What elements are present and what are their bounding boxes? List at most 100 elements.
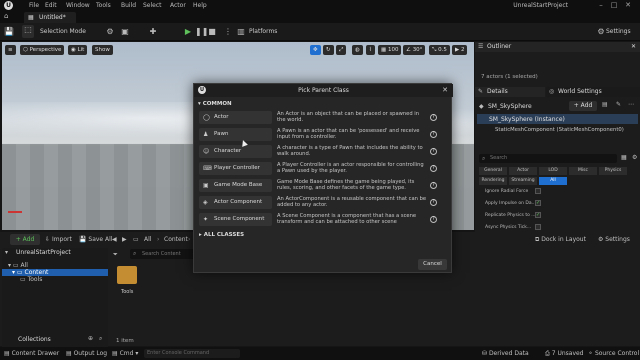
help-icon[interactable]: ? bbox=[430, 131, 437, 138]
tab-level[interactable]: ▦ Untitled* bbox=[24, 12, 76, 23]
tab-world-settings[interactable]: ◎ World Settings bbox=[546, 87, 640, 97]
menu-build[interactable]: Build bbox=[121, 2, 136, 9]
platforms-icon[interactable]: ▥ bbox=[236, 27, 246, 37]
source-control-button[interactable]: ⚬ Source Control bbox=[588, 350, 639, 357]
cb-add-button[interactable]: + Add bbox=[10, 234, 40, 245]
show-button[interactable]: Show bbox=[92, 45, 113, 55]
class-player-controller-button[interactable]: ⌨ Player Controller bbox=[199, 162, 272, 175]
perspective-button[interactable]: ⬡ Perspective bbox=[20, 45, 65, 55]
grid-snap-button[interactable]: ▦ 100 bbox=[378, 45, 402, 55]
angle-snap-button[interactable]: ∠ 30° bbox=[403, 45, 426, 55]
surface-snap-icon[interactable]: ⌇ bbox=[366, 45, 375, 55]
close-icon[interactable]: ✕ bbox=[623, 1, 633, 10]
outliner-close-icon[interactable]: ✕ bbox=[631, 42, 636, 52]
project-tree-title[interactable]: UnrealStartProject bbox=[16, 249, 71, 256]
pause-icon[interactable]: ❚❚ bbox=[195, 27, 208, 37]
filter-streaming[interactable]: Streaming bbox=[509, 177, 537, 185]
select-mode-icon[interactable]: ⬚ bbox=[22, 25, 34, 38]
details-settings-icon[interactable]: ⚙ bbox=[632, 154, 637, 161]
dialog-title-bar[interactable]: U Pick Parent Class ✕ bbox=[194, 84, 453, 97]
collections-header[interactable]: Collections bbox=[18, 336, 51, 343]
more-options-icon[interactable]: ⋮ bbox=[223, 27, 233, 37]
forward-icon[interactable]: ▶ bbox=[122, 236, 127, 243]
help-icon[interactable]: ? bbox=[430, 199, 437, 206]
help-icon[interactable]: ? bbox=[430, 216, 437, 223]
filter-physics[interactable]: Physics bbox=[599, 167, 627, 175]
common-section-header[interactable]: ▾ COMMON bbox=[198, 101, 232, 107]
tree-item-content[interactable]: ▾ ▭ Content bbox=[2, 269, 108, 276]
lit-button[interactable]: ◉ Lit bbox=[68, 45, 88, 55]
home-icon[interactable]: ⌂ bbox=[4, 12, 16, 22]
cinematics-icon[interactable]: ▣ bbox=[120, 27, 130, 37]
menu-edit[interactable]: Edit bbox=[45, 2, 57, 9]
filter-icon[interactable]: ⏷ bbox=[113, 251, 118, 259]
unsaved-button[interactable]: ⎙ 7 Unsaved bbox=[545, 350, 584, 358]
menu-help[interactable]: Help bbox=[193, 2, 207, 9]
dock-in-layout-button[interactable]: ⧉ Dock in Layout bbox=[535, 236, 586, 244]
class-game-mode-base-button[interactable]: ▣ Game Mode Base bbox=[199, 179, 272, 192]
menu-tools[interactable]: Tools bbox=[96, 2, 111, 9]
filter-misc[interactable]: Misc bbox=[569, 167, 597, 175]
tab-details[interactable]: ✎ Details bbox=[475, 87, 545, 97]
help-icon[interactable]: ? bbox=[430, 182, 437, 189]
menu-file[interactable]: File bbox=[29, 2, 39, 9]
save-icon[interactable]: 💾 bbox=[4, 27, 14, 37]
minimize-icon[interactable]: – bbox=[596, 1, 606, 10]
blueprint-icon[interactable]: ⚙ bbox=[105, 27, 115, 37]
class-actor-button[interactable]: ◯ Actor bbox=[199, 111, 272, 124]
derived-data-button[interactable]: ⛁ Derived Data bbox=[482, 350, 529, 357]
class-actor-component-button[interactable]: ◈ Actor Component bbox=[199, 196, 272, 209]
scale-snap-button[interactable]: ⤡ 0.5 bbox=[429, 45, 450, 55]
property-matrix-icon[interactable]: ▦ bbox=[621, 154, 627, 161]
platforms-button[interactable]: Platforms bbox=[249, 28, 277, 35]
menu-window[interactable]: Window bbox=[66, 2, 90, 9]
filter-rendering[interactable]: Rendering bbox=[479, 177, 507, 185]
blueprint-icon[interactable]: ▤ bbox=[602, 101, 608, 108]
component-label[interactable]: StaticMeshComponent (StaticMeshComponent… bbox=[495, 127, 624, 133]
output-log-button[interactable]: ▤ Output Log bbox=[66, 350, 107, 357]
selection-mode-button[interactable]: Selection Mode bbox=[40, 28, 86, 35]
camera-speed-button[interactable]: ▶ 2 bbox=[452, 45, 468, 55]
menu-select[interactable]: Select bbox=[143, 2, 162, 9]
translate-tool-icon[interactable]: ✥ bbox=[310, 45, 321, 55]
console-input[interactable]: Enter Console Command bbox=[144, 349, 240, 358]
search-collection-icon[interactable]: ⌕ bbox=[99, 335, 102, 343]
class-pawn-button[interactable]: ♟ Pawn bbox=[199, 128, 272, 141]
tree-item-all[interactable]: ▾ ▭ All bbox=[8, 262, 28, 269]
breadcrumb-content[interactable]: Content bbox=[164, 236, 188, 243]
outliner-header[interactable]: ☰ Outliner ✕ bbox=[475, 42, 640, 52]
prop-checkbox[interactable] bbox=[535, 188, 541, 194]
rotate-tool-icon[interactable]: ↻ bbox=[323, 45, 334, 55]
filter-actor[interactable]: Actor bbox=[509, 167, 537, 175]
class-scene-component-button[interactable]: ✦ Scene Component bbox=[199, 213, 272, 226]
all-classes-section-header[interactable]: ▸ ALL CLASSES bbox=[199, 232, 244, 238]
add-component-button[interactable]: + Add bbox=[569, 101, 597, 111]
play-icon[interactable]: ▶ bbox=[183, 27, 193, 37]
maximize-icon[interactable]: □ bbox=[609, 1, 619, 10]
viewport-options-button[interactable]: ≡ bbox=[5, 45, 16, 55]
world-local-icon[interactable]: ◍ bbox=[352, 45, 363, 55]
menu-actor[interactable]: Actor bbox=[170, 2, 186, 9]
back-icon[interactable]: ◀ bbox=[112, 236, 117, 243]
prop-checkbox[interactable]: ✓ bbox=[535, 212, 541, 218]
help-icon[interactable]: ? bbox=[430, 148, 437, 155]
help-icon[interactable]: ? bbox=[430, 165, 437, 172]
stop-icon[interactable]: ■ bbox=[207, 27, 217, 37]
cb-settings-button[interactable]: ⚙ Settings bbox=[598, 236, 630, 243]
scale-tool-icon[interactable]: ⤢ bbox=[336, 45, 347, 55]
add-collection-icon[interactable]: ⊕ bbox=[88, 335, 93, 342]
filter-general[interactable]: General bbox=[479, 167, 507, 175]
prop-checkbox[interactable]: ✓ bbox=[535, 200, 541, 206]
cb-import-button[interactable]: ⇩ Import bbox=[45, 236, 72, 243]
edit-icon[interactable]: ✎ bbox=[616, 101, 621, 108]
settings-button[interactable]: Settings bbox=[606, 28, 631, 35]
filter-lod[interactable]: LOD bbox=[539, 167, 567, 175]
filter-all[interactable]: All bbox=[539, 177, 567, 185]
cmd-button[interactable]: ▤ Cmd ▾ bbox=[112, 350, 138, 357]
help-icon[interactable]: ? bbox=[430, 114, 437, 121]
instance-row[interactable]: SM_SkySphere (Instance) bbox=[477, 114, 638, 124]
folder-tools-icon[interactable] bbox=[117, 266, 137, 284]
tree-item-tools[interactable]: ▭ Tools bbox=[20, 276, 42, 283]
add-content-icon[interactable]: ✚ bbox=[148, 27, 158, 37]
prop-checkbox[interactable] bbox=[535, 224, 541, 230]
